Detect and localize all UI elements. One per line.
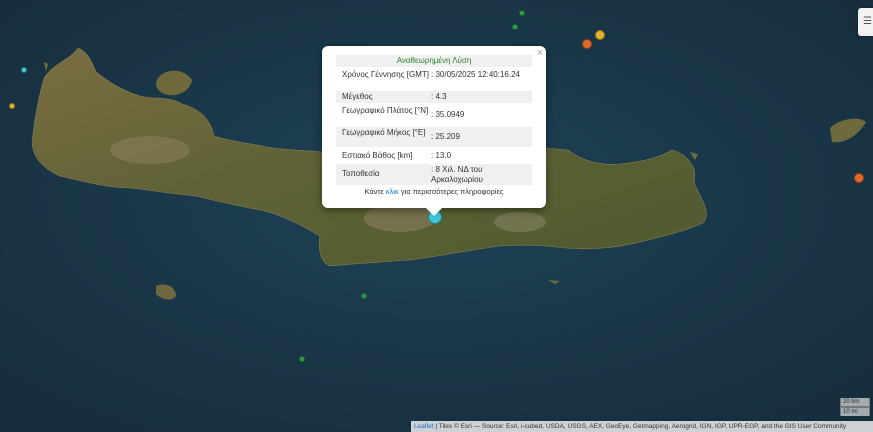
popup-title: Αναθεωρημένη Λύση bbox=[336, 55, 532, 67]
earthquake-marker-yellow[interactable] bbox=[9, 103, 15, 109]
popup-row-longitude: Γεωγραφικό Μήκος [°E] : 25.209 bbox=[336, 127, 532, 147]
origin-time-value: : 30/05/2025 12:40:16.24 bbox=[431, 70, 520, 79]
map-scale: 20 km 10 mi bbox=[840, 398, 870, 416]
close-icon[interactable]: × bbox=[537, 47, 543, 59]
earthquake-marker-yellow[interactable] bbox=[595, 30, 605, 40]
magnitude-label: Μέγεθος bbox=[342, 92, 373, 101]
attribution-text: | Tiles © Esri — Source: Esri, i-cubed, … bbox=[433, 423, 847, 430]
leaflet-link[interactable]: Leaflet bbox=[414, 423, 434, 430]
latitude-label: Γεωγραφικό Πλάτος [°N] bbox=[342, 106, 429, 115]
origin-time-label: Χρόνος Γέννησης [GMT] bbox=[342, 70, 429, 79]
earthquake-marker-orange[interactable] bbox=[854, 173, 864, 183]
layers-control[interactable]: ☰ bbox=[858, 8, 873, 36]
latitude-value: : 35.0949 bbox=[431, 110, 465, 119]
earthquake-marker-green[interactable] bbox=[519, 10, 525, 16]
popup-row-location: Τοποθεσία : 8 Χιλ. ΝΔ του Αρκαλοχωρίου bbox=[336, 164, 532, 185]
location-label: Τοποθεσία bbox=[342, 169, 380, 178]
longitude-label: Γεωγραφικό Μήκος [°E] bbox=[342, 128, 426, 137]
scale-km: 20 km bbox=[840, 398, 870, 407]
earthquake-marker-green[interactable] bbox=[512, 24, 518, 30]
popup-footer: Κάντε κλικ για περισσότερες πληροφορίες bbox=[336, 187, 532, 197]
earthquake-info-popup: × Αναθεωρημένη Λύση Χρόνος Γέννησης [GMT… bbox=[322, 46, 546, 216]
location-value: : 8 Χιλ. ΝΔ του Αρκαλοχωρίου bbox=[431, 165, 483, 184]
popup-row-magnitude: Μέγεθος : 4.3 bbox=[336, 91, 532, 103]
earthquake-marker-green[interactable] bbox=[361, 293, 367, 299]
earthquake-marker-orange[interactable] bbox=[582, 39, 592, 49]
magnitude-value: : 4.3 bbox=[431, 92, 447, 101]
popup-row-depth: Εστιακό Βάθος [km] : 13.0 bbox=[336, 150, 532, 162]
lefka-ori-mountains bbox=[110, 136, 190, 164]
popup-row-origin-time: Χρόνος Γέννησης [GMT] : 30/05/2025 12:40… bbox=[336, 69, 532, 89]
depth-label: Εστιακό Βάθος [km] bbox=[342, 151, 413, 160]
layers-icon: ☰ bbox=[863, 16, 872, 27]
depth-value: : 13.0 bbox=[431, 151, 452, 160]
scale-mi: 10 mi bbox=[840, 407, 870, 416]
footer-post-text: για περισσότερες πληροφορίες bbox=[398, 187, 504, 196]
earthquake-marker-green[interactable] bbox=[299, 356, 305, 362]
earthquake-marker-cyan[interactable] bbox=[21, 67, 27, 73]
more-info-link[interactable]: κλικ bbox=[386, 187, 399, 196]
dikti-mountains bbox=[494, 212, 546, 232]
longitude-value: : 25.209 bbox=[431, 132, 460, 141]
map-attribution: Leaflet | Tiles © Esri — Source: Esri, i… bbox=[411, 421, 873, 432]
popup-row-latitude: Γεωγραφικό Πλάτος [°N] : 35.0949 bbox=[336, 105, 532, 125]
footer-pre-text: Κάντε bbox=[364, 187, 386, 196]
